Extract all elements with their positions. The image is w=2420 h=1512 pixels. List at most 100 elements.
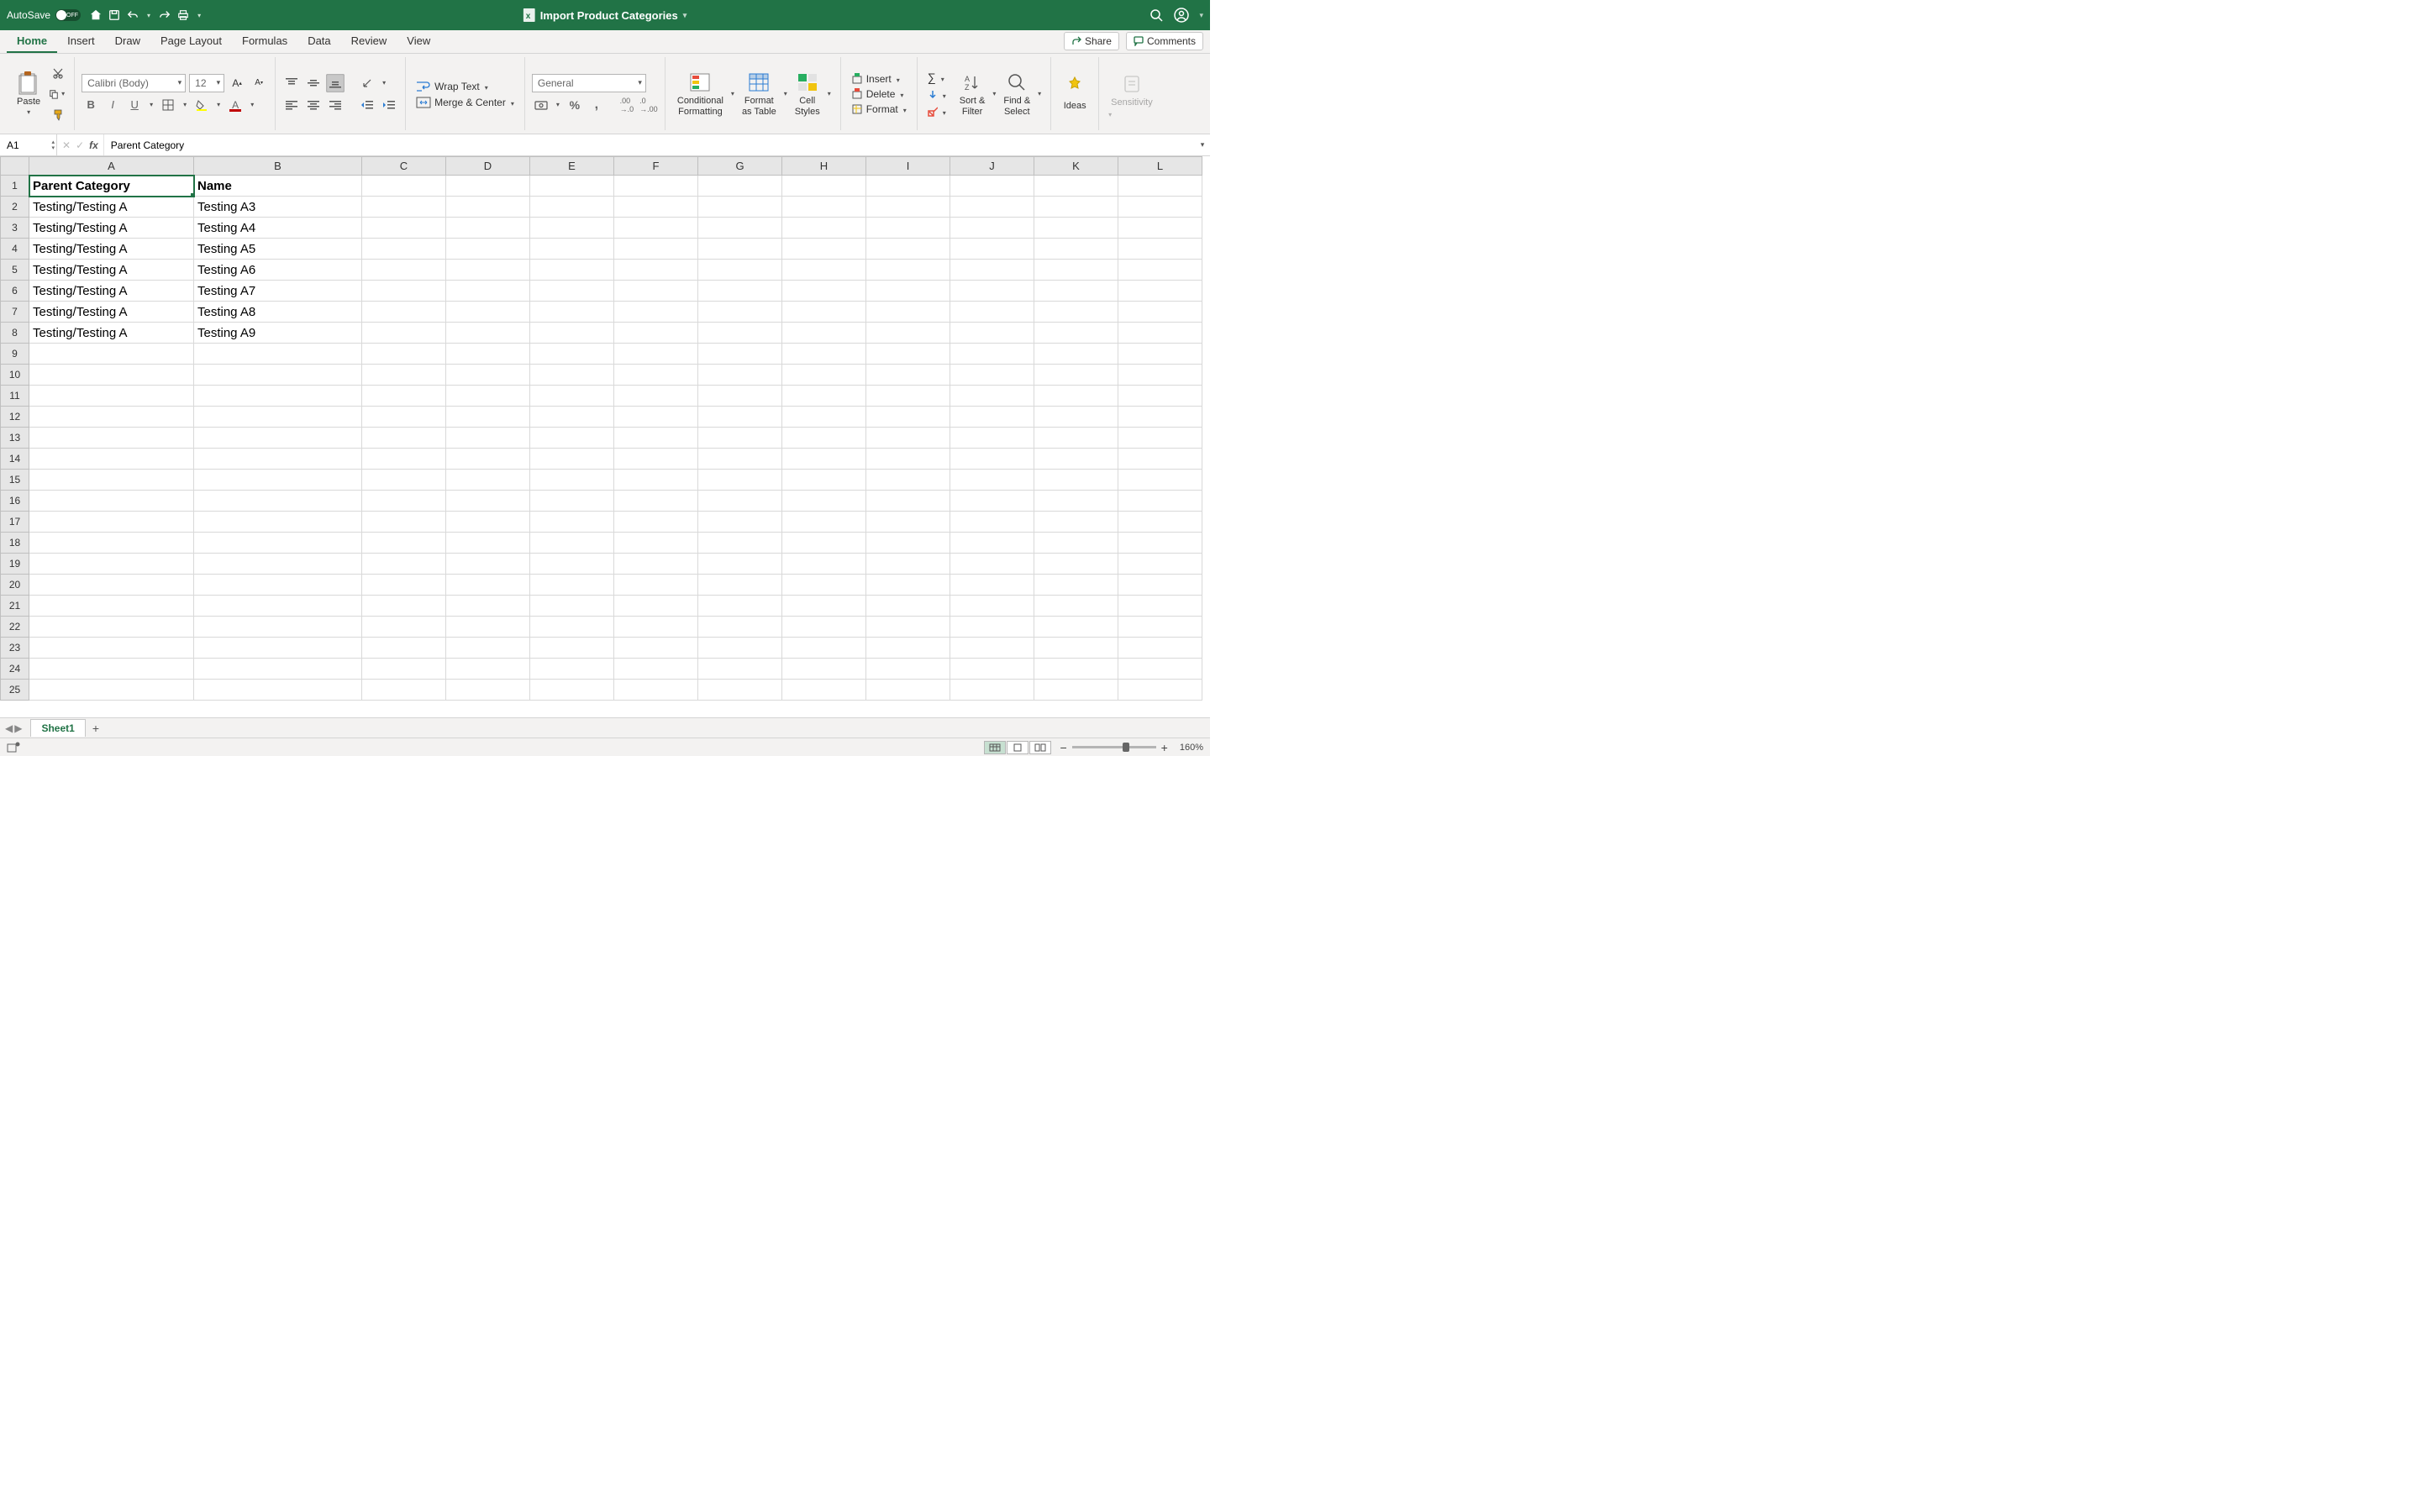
cell-C5[interactable] — [362, 260, 446, 281]
autosave-toggle[interactable]: AutoSave OFF — [7, 9, 81, 21]
enter-icon[interactable]: ✓ — [76, 139, 84, 151]
column-header-B[interactable]: B — [194, 157, 362, 176]
cell-L6[interactable] — [1118, 281, 1202, 302]
cell-J1[interactable] — [950, 176, 1034, 197]
clear-button[interactable] — [924, 104, 950, 119]
cell-G17[interactable] — [698, 512, 782, 533]
cell-E20[interactable] — [530, 575, 614, 596]
cell-I15[interactable] — [866, 470, 950, 491]
cell-L11[interactable] — [1118, 386, 1202, 407]
fill-button[interactable] — [924, 87, 950, 102]
italic-button[interactable]: I — [103, 96, 122, 114]
cell-I2[interactable] — [866, 197, 950, 218]
cell-E5[interactable] — [530, 260, 614, 281]
cell-L19[interactable] — [1118, 554, 1202, 575]
cell-G1[interactable] — [698, 176, 782, 197]
cell-A21[interactable] — [29, 596, 194, 617]
row-header-15[interactable]: 15 — [1, 470, 29, 491]
comma-icon[interactable]: , — [587, 96, 606, 114]
view-page-layout-button[interactable] — [1007, 741, 1028, 754]
accounting-dropdown[interactable]: ▾ — [554, 101, 562, 108]
format-as-table-button[interactable]: Format as Table — [737, 67, 781, 119]
comments-button[interactable]: Comments — [1126, 32, 1203, 50]
cell-G21[interactable] — [698, 596, 782, 617]
cell-A6[interactable]: Testing/Testing A — [29, 281, 194, 302]
cell-H18[interactable] — [782, 533, 866, 554]
cell-L12[interactable] — [1118, 407, 1202, 428]
select-all-corner[interactable] — [1, 157, 29, 176]
row-header-4[interactable]: 4 — [1, 239, 29, 260]
cell-K12[interactable] — [1034, 407, 1118, 428]
ribbon-tab-view[interactable]: View — [397, 30, 440, 53]
percent-icon[interactable]: % — [566, 96, 584, 114]
cell-F12[interactable] — [614, 407, 698, 428]
cell-F7[interactable] — [614, 302, 698, 323]
cell-B21[interactable] — [194, 596, 362, 617]
cell-I3[interactable] — [866, 218, 950, 239]
cell-B11[interactable] — [194, 386, 362, 407]
cell-E22[interactable] — [530, 617, 614, 638]
cell-J6[interactable] — [950, 281, 1034, 302]
home-icon[interactable] — [89, 8, 103, 22]
cell-J12[interactable] — [950, 407, 1034, 428]
cell-G18[interactable] — [698, 533, 782, 554]
cell-A22[interactable] — [29, 617, 194, 638]
cell-B25[interactable] — [194, 680, 362, 701]
find-select-dropdown[interactable]: ▾ — [1035, 90, 1044, 97]
cell-D17[interactable] — [446, 512, 530, 533]
cell-F4[interactable] — [614, 239, 698, 260]
cell-H17[interactable] — [782, 512, 866, 533]
cell-H8[interactable] — [782, 323, 866, 344]
cell-B20[interactable] — [194, 575, 362, 596]
cell-E7[interactable] — [530, 302, 614, 323]
undo-icon[interactable] — [126, 8, 139, 22]
cell-K14[interactable] — [1034, 449, 1118, 470]
save-icon[interactable] — [108, 8, 121, 22]
cell-D8[interactable] — [446, 323, 530, 344]
cell-H14[interactable] — [782, 449, 866, 470]
cell-F15[interactable] — [614, 470, 698, 491]
cell-L24[interactable] — [1118, 659, 1202, 680]
cell-H24[interactable] — [782, 659, 866, 680]
cell-F21[interactable] — [614, 596, 698, 617]
cell-K10[interactable] — [1034, 365, 1118, 386]
cell-L20[interactable] — [1118, 575, 1202, 596]
cell-A23[interactable] — [29, 638, 194, 659]
zoom-level[interactable]: 160% — [1180, 743, 1203, 753]
sort-filter-button[interactable]: AZ Sort & Filter — [955, 67, 991, 119]
cell-G10[interactable] — [698, 365, 782, 386]
fx-icon[interactable]: fx — [89, 139, 98, 151]
record-macro-icon[interactable] — [7, 742, 20, 753]
cell-B2[interactable]: Testing A3 — [194, 197, 362, 218]
underline-button[interactable]: U — [125, 96, 144, 114]
align-bottom-icon[interactable] — [326, 74, 345, 92]
cell-I25[interactable] — [866, 680, 950, 701]
cell-H15[interactable] — [782, 470, 866, 491]
ribbon-tab-review[interactable]: Review — [341, 30, 397, 53]
cell-J22[interactable] — [950, 617, 1034, 638]
cut-icon[interactable] — [49, 64, 67, 82]
cell-A8[interactable]: Testing/Testing A — [29, 323, 194, 344]
cell-D5[interactable] — [446, 260, 530, 281]
cell-F23[interactable] — [614, 638, 698, 659]
ribbon-tab-insert[interactable]: Insert — [57, 30, 105, 53]
row-header-20[interactable]: 20 — [1, 575, 29, 596]
cell-D12[interactable] — [446, 407, 530, 428]
cell-H10[interactable] — [782, 365, 866, 386]
cell-J11[interactable] — [950, 386, 1034, 407]
cell-J2[interactable] — [950, 197, 1034, 218]
row-header-25[interactable]: 25 — [1, 680, 29, 701]
cell-D4[interactable] — [446, 239, 530, 260]
cell-E25[interactable] — [530, 680, 614, 701]
sheet-nav-prev[interactable]: ◀ — [5, 722, 13, 734]
cell-B23[interactable] — [194, 638, 362, 659]
cell-A1[interactable]: Parent Category — [29, 176, 194, 197]
cell-A18[interactable] — [29, 533, 194, 554]
cell-K7[interactable] — [1034, 302, 1118, 323]
cell-J10[interactable] — [950, 365, 1034, 386]
undo-dropdown[interactable]: ▾ — [145, 12, 153, 19]
cell-I21[interactable] — [866, 596, 950, 617]
column-header-K[interactable]: K — [1034, 157, 1118, 176]
cell-K21[interactable] — [1034, 596, 1118, 617]
cell-C21[interactable] — [362, 596, 446, 617]
